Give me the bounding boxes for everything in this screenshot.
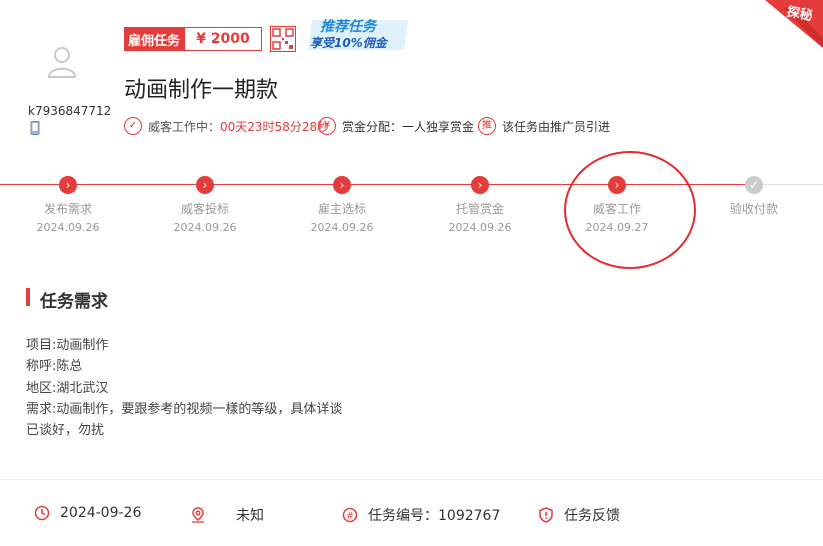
arrow-right-icon: › [59,176,77,194]
step-label: 威客投标 [180,202,229,216]
step-label: 雇主选标 [317,202,366,216]
step-date: 2024.09.26 [36,221,100,234]
task-title: 动画制作一期款 [124,78,279,103]
timeline-step: › 雇主选标 2024.09.26 [282,176,402,234]
requirement-line: 地区:湖北武汉 [26,381,109,396]
task-type-tag: 雇佣任务 [124,27,184,51]
requirement-line: 称呼:陈总 [26,359,83,374]
arrow-right-icon: › [196,176,214,194]
timeline-step: › 托管赏金 2024.09.26 [420,176,540,234]
footer-date-text: 2024-09-26 [60,505,142,521]
reward-mode: 赏金分配：一人独享赏金 [342,119,475,134]
timeline-step: › 威客投标 2024.09.26 [145,176,265,234]
footer-task-number: # 任务编号：1092767 [342,505,500,525]
section-accent-bar [26,288,30,306]
footer-location: 未知 [190,505,264,525]
requirement-line: 项目:动画制作 [26,338,109,353]
referral-text: 该任务由推广员引进 [502,119,611,134]
reward-meta: ¥ 赏金分配：一人独享赏金 [318,117,474,135]
step-label: 托管赏金 [455,202,504,216]
requirement-line: 已谈好，勿扰 [26,423,105,438]
svg-text:#: # [346,512,354,522]
yen-icon: ¥ [318,117,336,135]
timeline-step: ✓ 验收付款 [694,176,814,221]
arrow-right-icon: › [471,176,489,194]
status-meta: ✓ 威客工作中： 00天23时58分28秒 [124,117,329,135]
countdown: 00天23时58分28秒 [220,119,330,134]
promo-banner[interactable]: 推荐任务 享受10%佣金 [306,16,414,54]
footer-location-text: 未知 [236,508,264,524]
footer-feedback-text[interactable]: 任务反馈 [564,505,620,525]
check-icon: ✓ [124,117,142,135]
step-label: 发布需求 [43,202,92,216]
promo-line-2: 享受10%佣金 [310,36,387,50]
timeline-step: › 发布需求 2024.09.26 [8,176,128,234]
promo-line-1: 推荐任务 [320,19,376,35]
shield-alert-icon [539,507,553,523]
location-pin-icon [192,507,204,523]
arrow-right-icon: › [333,176,351,194]
promoter-icon: 推 [478,117,496,135]
section-title: 任务需求 [40,292,108,312]
qr-code-icon[interactable] [270,26,296,52]
username[interactable]: k7936847712 [28,104,111,118]
phone-verified-icon [30,121,40,135]
step-date: 2024.09.26 [448,221,512,234]
status-label: 威客工作中： [148,119,221,134]
step-date: 2024.09.26 [173,221,237,234]
footer-date: 2024-09-26 [34,505,141,521]
user-avatar-icon[interactable] [44,44,80,80]
task-price: ¥ 2000 [184,27,262,51]
footer-task-number-text: 任务编号：1092767 [368,508,501,524]
highlight-annotation-circle [564,151,696,269]
hash-icon: # [342,507,358,523]
step-date: 2024.09.26 [310,221,374,234]
check-icon: ✓ [745,176,763,194]
corner-badge[interactable]: 探秘 [743,0,823,50]
requirement-line: 需求:动画制作，要跟参考的视频一樣的等级，具体详谈 [26,402,343,417]
step-label: 验收付款 [729,202,778,216]
footer-divider [0,479,823,480]
referral-meta: 推 该任务由推广员引进 [478,117,610,135]
footer-feedback[interactable]: 任务反馈 [538,505,620,525]
clock-icon [34,505,50,521]
